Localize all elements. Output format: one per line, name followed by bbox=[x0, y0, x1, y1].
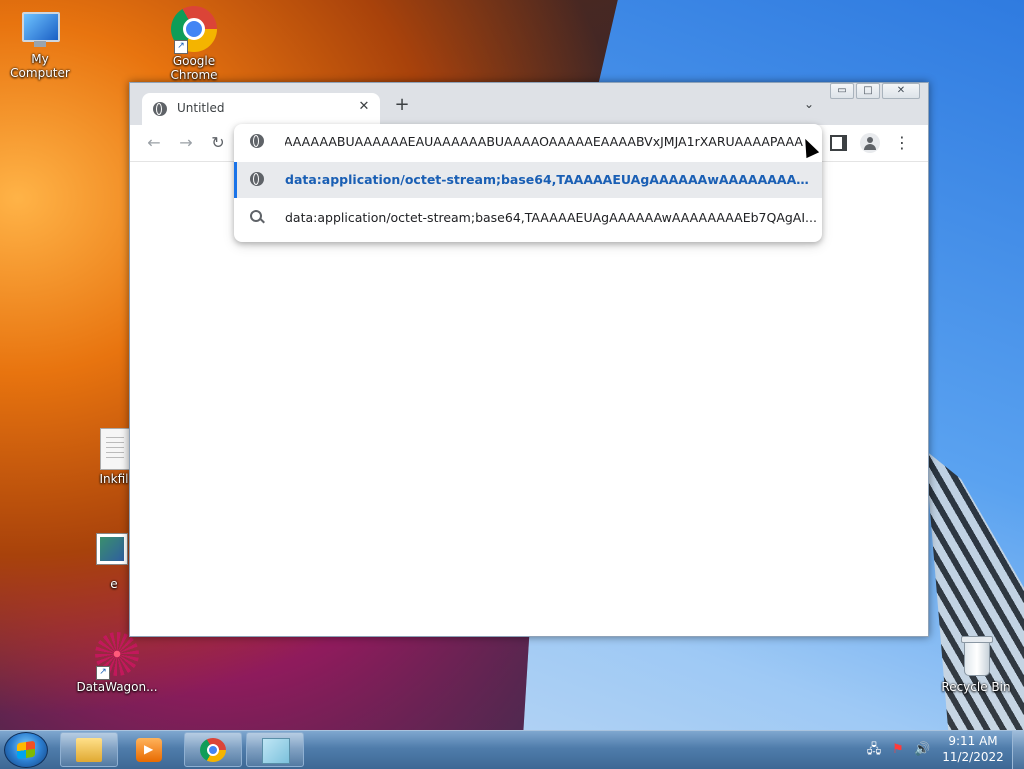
image-file-icon bbox=[96, 533, 128, 565]
forward-button[interactable]: → bbox=[176, 133, 196, 153]
desktop-icon-label: DataWagon... bbox=[76, 680, 158, 694]
clock-date: 11/2/2022 bbox=[942, 750, 1004, 764]
show-desktop-button[interactable] bbox=[1012, 731, 1024, 769]
volume-icon[interactable]: 🔊 bbox=[914, 742, 930, 758]
back-button[interactable]: ← bbox=[144, 133, 164, 153]
minimize-button[interactable]: ▭ bbox=[830, 83, 854, 99]
chrome-icon bbox=[200, 738, 226, 762]
omnibox-input[interactable]: AAAAAABUAAAAAAEAUAAAAAABUAAAAOAAAAAEAAAA… bbox=[285, 134, 803, 149]
suggestion-text: data:application/octet-stream;base64,TAA… bbox=[285, 172, 817, 187]
taskbar-explorer-button[interactable] bbox=[60, 732, 118, 767]
search-icon bbox=[250, 210, 262, 222]
taskbar: 🖧 ⚑ 🔊 9:11 AM 11/2/2022 bbox=[0, 730, 1024, 769]
file-icon bbox=[100, 428, 130, 470]
tab-close-button[interactable]: ✕ bbox=[356, 99, 372, 115]
side-panel-button[interactable] bbox=[828, 133, 848, 153]
start-button[interactable] bbox=[4, 732, 48, 768]
shortcut-arrow-icon: ↗ bbox=[174, 40, 188, 54]
desktop-icon-google-chrome[interactable]: ↗ Google Chrome bbox=[154, 6, 234, 84]
profile-button[interactable] bbox=[860, 133, 880, 153]
windows-logo-icon bbox=[17, 740, 35, 760]
taskbar-chrome-button[interactable] bbox=[184, 732, 242, 767]
shortcut-arrow-icon: ↗ bbox=[96, 666, 110, 680]
desktop-icon-label: Google Chrome bbox=[170, 54, 218, 82]
desktop-icon-my-computer[interactable]: My Computer bbox=[0, 10, 80, 80]
side-panel-icon bbox=[829, 135, 847, 151]
profile-avatar-icon bbox=[860, 133, 880, 153]
reload-button[interactable]: ↻ bbox=[208, 133, 228, 153]
tab-untitled[interactable]: Untitled ✕ bbox=[142, 93, 380, 125]
maximize-button[interactable]: □ bbox=[856, 83, 880, 99]
desktop-icon-datawagon[interactable]: ↗ DataWagon... bbox=[74, 632, 160, 694]
clock-time: 9:11 AM bbox=[948, 734, 998, 748]
menu-button[interactable]: ⋮ bbox=[892, 133, 912, 153]
notepad-icon bbox=[262, 738, 290, 764]
desktop-icon-label: Recycle Bin bbox=[941, 680, 1011, 694]
globe-icon bbox=[250, 172, 264, 186]
tab-title: Untitled bbox=[177, 101, 225, 115]
recycle-bin-icon bbox=[960, 634, 993, 676]
globe-icon bbox=[153, 102, 167, 116]
window-caption-buttons: ▭ □ ✕ bbox=[830, 83, 920, 99]
media-player-icon bbox=[136, 738, 162, 762]
omnibox-suggestion-selected[interactable]: data:application/octet-stream;base64,TAA… bbox=[234, 162, 822, 198]
clock[interactable]: 9:11 AM 11/2/2022 bbox=[936, 733, 1010, 765]
desktop-icon-recycle-bin[interactable]: Recycle Bin bbox=[936, 634, 1016, 694]
folder-icon bbox=[76, 738, 102, 762]
desktop-icon-label: My Computer bbox=[10, 52, 70, 80]
tab-search-button[interactable]: ⌄ bbox=[800, 95, 818, 113]
close-window-button[interactable]: ✕ bbox=[882, 83, 920, 99]
suggestion-text: data:application/octet-stream;base64,TAA… bbox=[285, 210, 817, 225]
taskbar-media-player-button[interactable] bbox=[120, 732, 178, 767]
new-tab-button[interactable]: + bbox=[392, 95, 412, 115]
omnibox-popup: AAAAAABUAAAAAAEAUAAAAAABUAAAAOAAAAAEAAAA… bbox=[234, 124, 822, 242]
computer-icon bbox=[18, 10, 62, 50]
network-icon[interactable]: 🖧 bbox=[866, 742, 882, 758]
omnibox-input-row[interactable]: AAAAAABUAAAAAAEAUAAAAAABUAAAAOAAAAAEAAAA… bbox=[234, 124, 822, 160]
omnibox-suggestion-search[interactable]: data:application/octet-stream;base64,TAA… bbox=[234, 200, 822, 236]
globe-icon bbox=[250, 134, 264, 148]
title-bar[interactable]: Untitled ✕ + ⌄ ▭ □ ✕ bbox=[130, 83, 928, 125]
taskbar-notepad-button[interactable] bbox=[246, 732, 304, 767]
action-center-flag-icon[interactable]: ⚑ bbox=[890, 742, 906, 758]
